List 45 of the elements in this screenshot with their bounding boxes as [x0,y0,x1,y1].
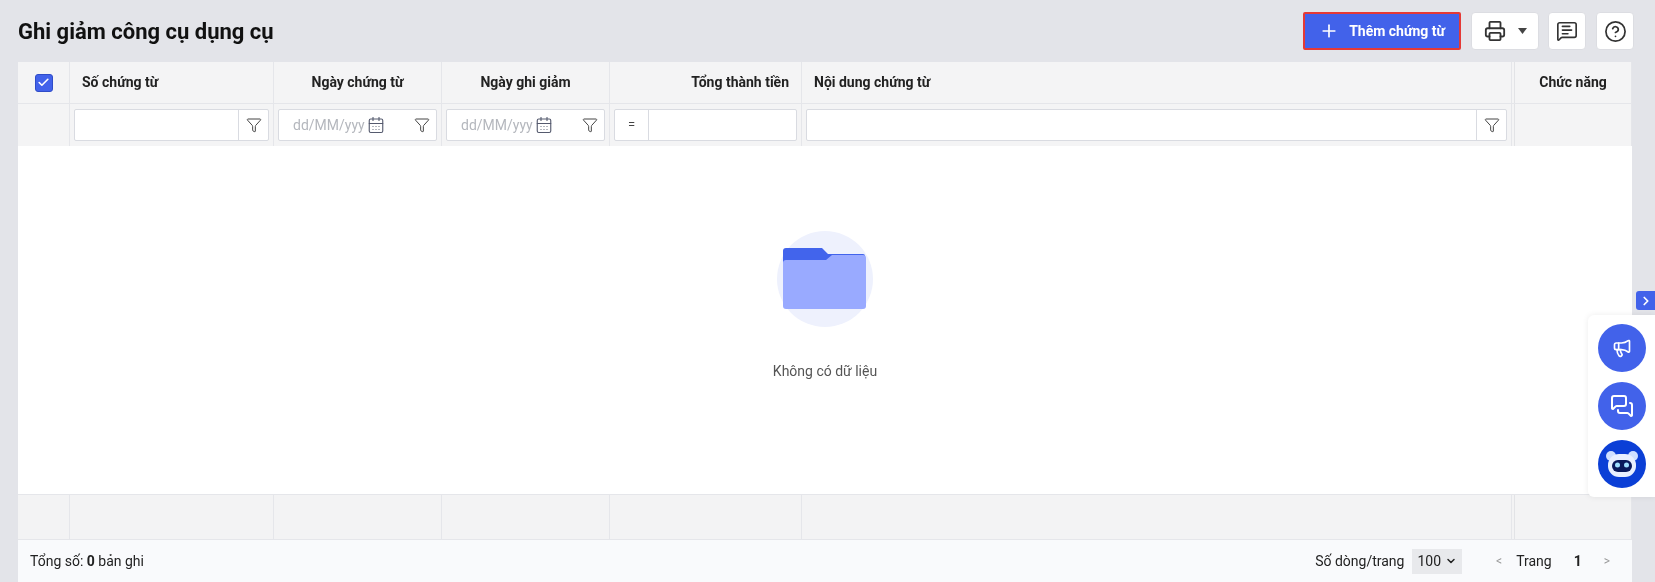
number-filter-field[interactable]: = [614,109,797,141]
check-icon [37,76,50,89]
date-placeholder: dd/MM/yyy [293,115,365,135]
calendar-icon[interactable] [534,116,553,134]
filter-icon[interactable] [582,117,598,133]
help-icon [1603,19,1627,43]
feedback-button[interactable] [1548,12,1586,50]
chat-button[interactable] [1597,382,1646,430]
column-header: Ngày ghi giảm [480,73,571,92]
printer-icon [1483,20,1506,42]
date-placeholder: dd/MM/yyy [461,115,533,135]
collapse-tab[interactable] [1636,291,1655,310]
caret-icon [1517,28,1527,34]
filter-icon[interactable] [245,117,262,133]
filter-icon[interactable] [414,117,430,133]
page-size-label: Số dòng/trang [1315,551,1405,571]
column-header: Ngày chứng từ [311,73,404,92]
column-header: Nội dung chứng từ [814,73,931,92]
megaphone-icon [1611,338,1632,358]
calendar-icon[interactable] [366,116,385,134]
empty-message: Không có dữ liệu [772,361,878,381]
column-header: Số chứng từ [82,73,159,92]
select-all-checkbox[interactable] [34,73,53,92]
next-page-button[interactable]: > [1603,552,1610,570]
operator-selector[interactable]: = [615,110,649,140]
column-header: Chức năng [1539,73,1607,92]
current-page: 1 [1573,551,1582,571]
page-size-select[interactable]: 100 [1412,548,1463,574]
filter-icon[interactable] [1483,117,1500,133]
robot-icon [1604,449,1639,479]
add-voucher-button[interactable]: Thêm chứng từ [1303,12,1461,50]
filter-field[interactable] [806,109,1507,141]
chat-icon [1556,20,1578,42]
filter-field[interactable] [74,109,269,141]
chat-bubbles-icon [1609,394,1634,418]
previous-page-button[interactable]: < [1496,552,1503,570]
print-button[interactable] [1471,12,1539,50]
page-label: Trang [1516,551,1552,571]
page-title: Ghi giảm công cụ dụng cụ [18,17,274,46]
help-button[interactable] [1596,12,1634,50]
announcement-button[interactable] [1597,324,1646,372]
column-header: Tổng thành tiền [691,73,789,92]
empty-folder-icon [777,230,873,327]
assistant-button[interactable] [1597,440,1646,488]
total-records-text: Tổng số: 0 bản ghi [30,551,144,571]
